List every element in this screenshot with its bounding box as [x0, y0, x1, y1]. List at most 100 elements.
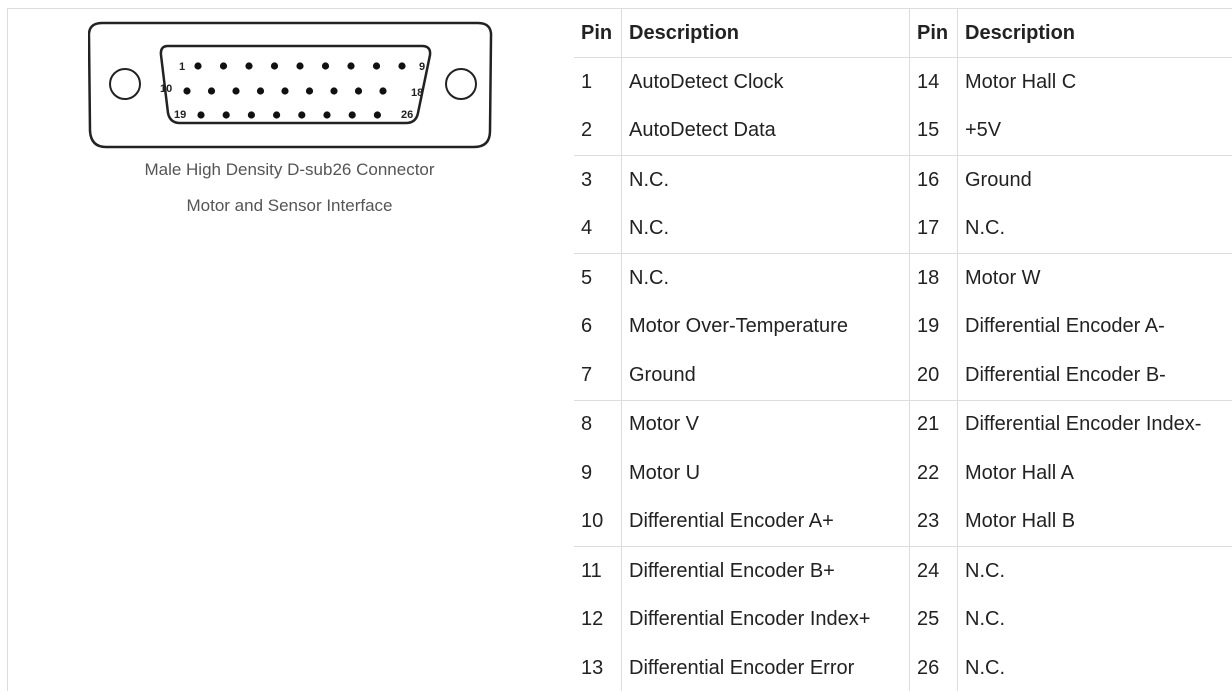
pin-description: N.C. [957, 644, 1232, 691]
pin-number: 12 [574, 595, 622, 644]
document-page: 1 9 10 18 19 26 Male High Density D-sub2… [0, 0, 1232, 691]
table-row: 13 Differential Encoder Error 26 N.C. [574, 644, 1232, 691]
pin-dot-row1-5 [296, 62, 304, 70]
pin-label-18: 18 [411, 87, 423, 99]
pin-description: Differential Encoder A- [965, 315, 1165, 338]
pin-dot-row1-7 [347, 62, 355, 70]
pin-description: N.C. [965, 559, 1005, 582]
pin-dot-row1-4 [270, 62, 279, 70]
pin-dot-row2-4 [256, 87, 265, 95]
pin-number: 2 [574, 106, 622, 156]
table-row: 11 Differential Encoder B+ 24 N.C. [574, 546, 1232, 596]
pin-description: Motor U [621, 449, 910, 498]
table-row: 6 Motor Over-Temperature 19 Differential En… [574, 302, 1232, 351]
left-mounting-hole [109, 68, 141, 100]
table-row: 2 AutoDetect Data 15 +5V [574, 106, 1232, 156]
pin-description: Differential Encoder Error [621, 644, 910, 691]
pin-number: 1 [574, 57, 622, 107]
pin-dot-row1-1 [194, 62, 202, 70]
pin-dot-row3-1 [197, 111, 205, 119]
pin-description: N.C. [957, 204, 1232, 254]
pin-label-26: 26 [401, 109, 413, 121]
pin-number: 19 [909, 302, 958, 351]
header-pin-2: Pin [909, 9, 958, 58]
pin-description: Motor Hall C [965, 70, 1077, 93]
pin-description: Motor Hall A [965, 461, 1074, 484]
table-row: 10 Differential Encoder A+ 23 Motor Hall B [574, 497, 1232, 547]
pin-number: 7 [574, 351, 622, 401]
pin-description: N.C. [621, 204, 910, 254]
pin-number: 24 [909, 546, 958, 596]
pin-description: Motor Over-Temperature [621, 302, 910, 351]
pin-dot-row1-6 [321, 62, 330, 70]
pin-label-9: 9 [419, 61, 425, 73]
pin-dot-row3-4 [273, 111, 281, 119]
pin-number: 14 [909, 57, 958, 107]
pin-description: Ground [965, 168, 1032, 191]
pin-dot-row3-3 [247, 111, 255, 119]
pin-description: N.C. [621, 253, 910, 303]
pin-description: N.C. [965, 608, 1005, 631]
pinout-table: Pin Description Pin Description 1 AutoDet… [574, 9, 1232, 691]
pin-description: Differential Encoder Index- [965, 413, 1202, 436]
pin-dot-row2-8 [354, 87, 363, 95]
pin-number: 16 [909, 155, 958, 205]
pin-description: Motor W [965, 266, 1041, 289]
table-row: 3 N.C. 16 Ground [574, 155, 1232, 205]
pin-dot-row3-2 [222, 111, 230, 119]
pin-description: AutoDetect Data [621, 106, 910, 156]
pin-dot-row1-2 [219, 62, 228, 70]
pin-description: Motor V [621, 400, 910, 449]
dsub26-connector-diagram: 1 9 10 18 19 26 [88, 21, 493, 149]
table-row: 12 Differential Encoder Index+ 25 N.C. [574, 595, 1232, 644]
pin-number: 8 [574, 400, 622, 449]
table-header-row: Pin Description Pin Description [574, 9, 1232, 58]
pin-description: AutoDetect Clock [621, 57, 910, 107]
pin-description: Differential Encoder B- [957, 351, 1232, 401]
pin-number: 10 [574, 497, 622, 547]
pin-label-10: 10 [160, 83, 172, 95]
pin-label-1: 1 [179, 61, 185, 73]
pin-number: 13 [574, 644, 622, 691]
header-pin: Pin [574, 9, 622, 58]
table-row: 9 Motor U 22 Motor Hall A [574, 449, 1232, 498]
pin-number: 4 [574, 204, 622, 254]
pin-number: 9 [574, 449, 622, 498]
pin-number: 6 [574, 302, 622, 351]
connector-caption: Male High Density D-sub26 Connector [144, 160, 435, 179]
pin-dot-row1-9 [398, 62, 406, 70]
pin-description: Differential Encoder Index+ [621, 595, 910, 644]
pin-dot-row3-5 [298, 111, 306, 119]
pin-dot-row2-6 [305, 87, 314, 95]
pin-number: 20 [909, 351, 958, 401]
pin-number: 25 [909, 595, 958, 644]
pin-number: 3 [574, 155, 622, 205]
pin-number: 18 [909, 253, 958, 303]
pin-number: 17 [909, 204, 958, 254]
connector-subcaption: Motor and Sensor Interface [186, 196, 393, 215]
table-row: 4 N.C. 17 N.C. [574, 204, 1232, 254]
pin-description: Differential Encoder B+ [621, 546, 910, 596]
pin-number: 23 [909, 497, 958, 547]
pin-dot-row2-3 [232, 87, 240, 95]
pin-number: 22 [909, 449, 958, 498]
right-mounting-hole [445, 68, 477, 100]
pin-description: Motor Hall B [957, 497, 1232, 547]
table-row: 7 Ground 20 Differential Encoder B- [574, 351, 1232, 401]
left-border [7, 8, 8, 691]
pin-number: 5 [574, 253, 622, 303]
pin-description: Ground [621, 351, 910, 401]
pin-description: N.C. [621, 155, 910, 205]
pin-number: 11 [574, 546, 622, 596]
table-row: 1 AutoDetect Clock 14 Motor Hall C [574, 57, 1232, 107]
pin-label-19: 19 [174, 109, 186, 121]
pin-number: 21 [909, 400, 958, 449]
pin-dot-row3-6 [323, 111, 331, 119]
connector-shell [88, 21, 493, 149]
connector-pins [183, 62, 406, 119]
header-description-2: Description [957, 9, 1232, 58]
pin-number: 26 [909, 644, 958, 691]
table-row: 8 Motor V 21 Differential Encoder Index- [574, 400, 1232, 449]
pin-description: Differential Encoder A+ [621, 497, 910, 547]
pin-number: 15 [909, 106, 958, 156]
